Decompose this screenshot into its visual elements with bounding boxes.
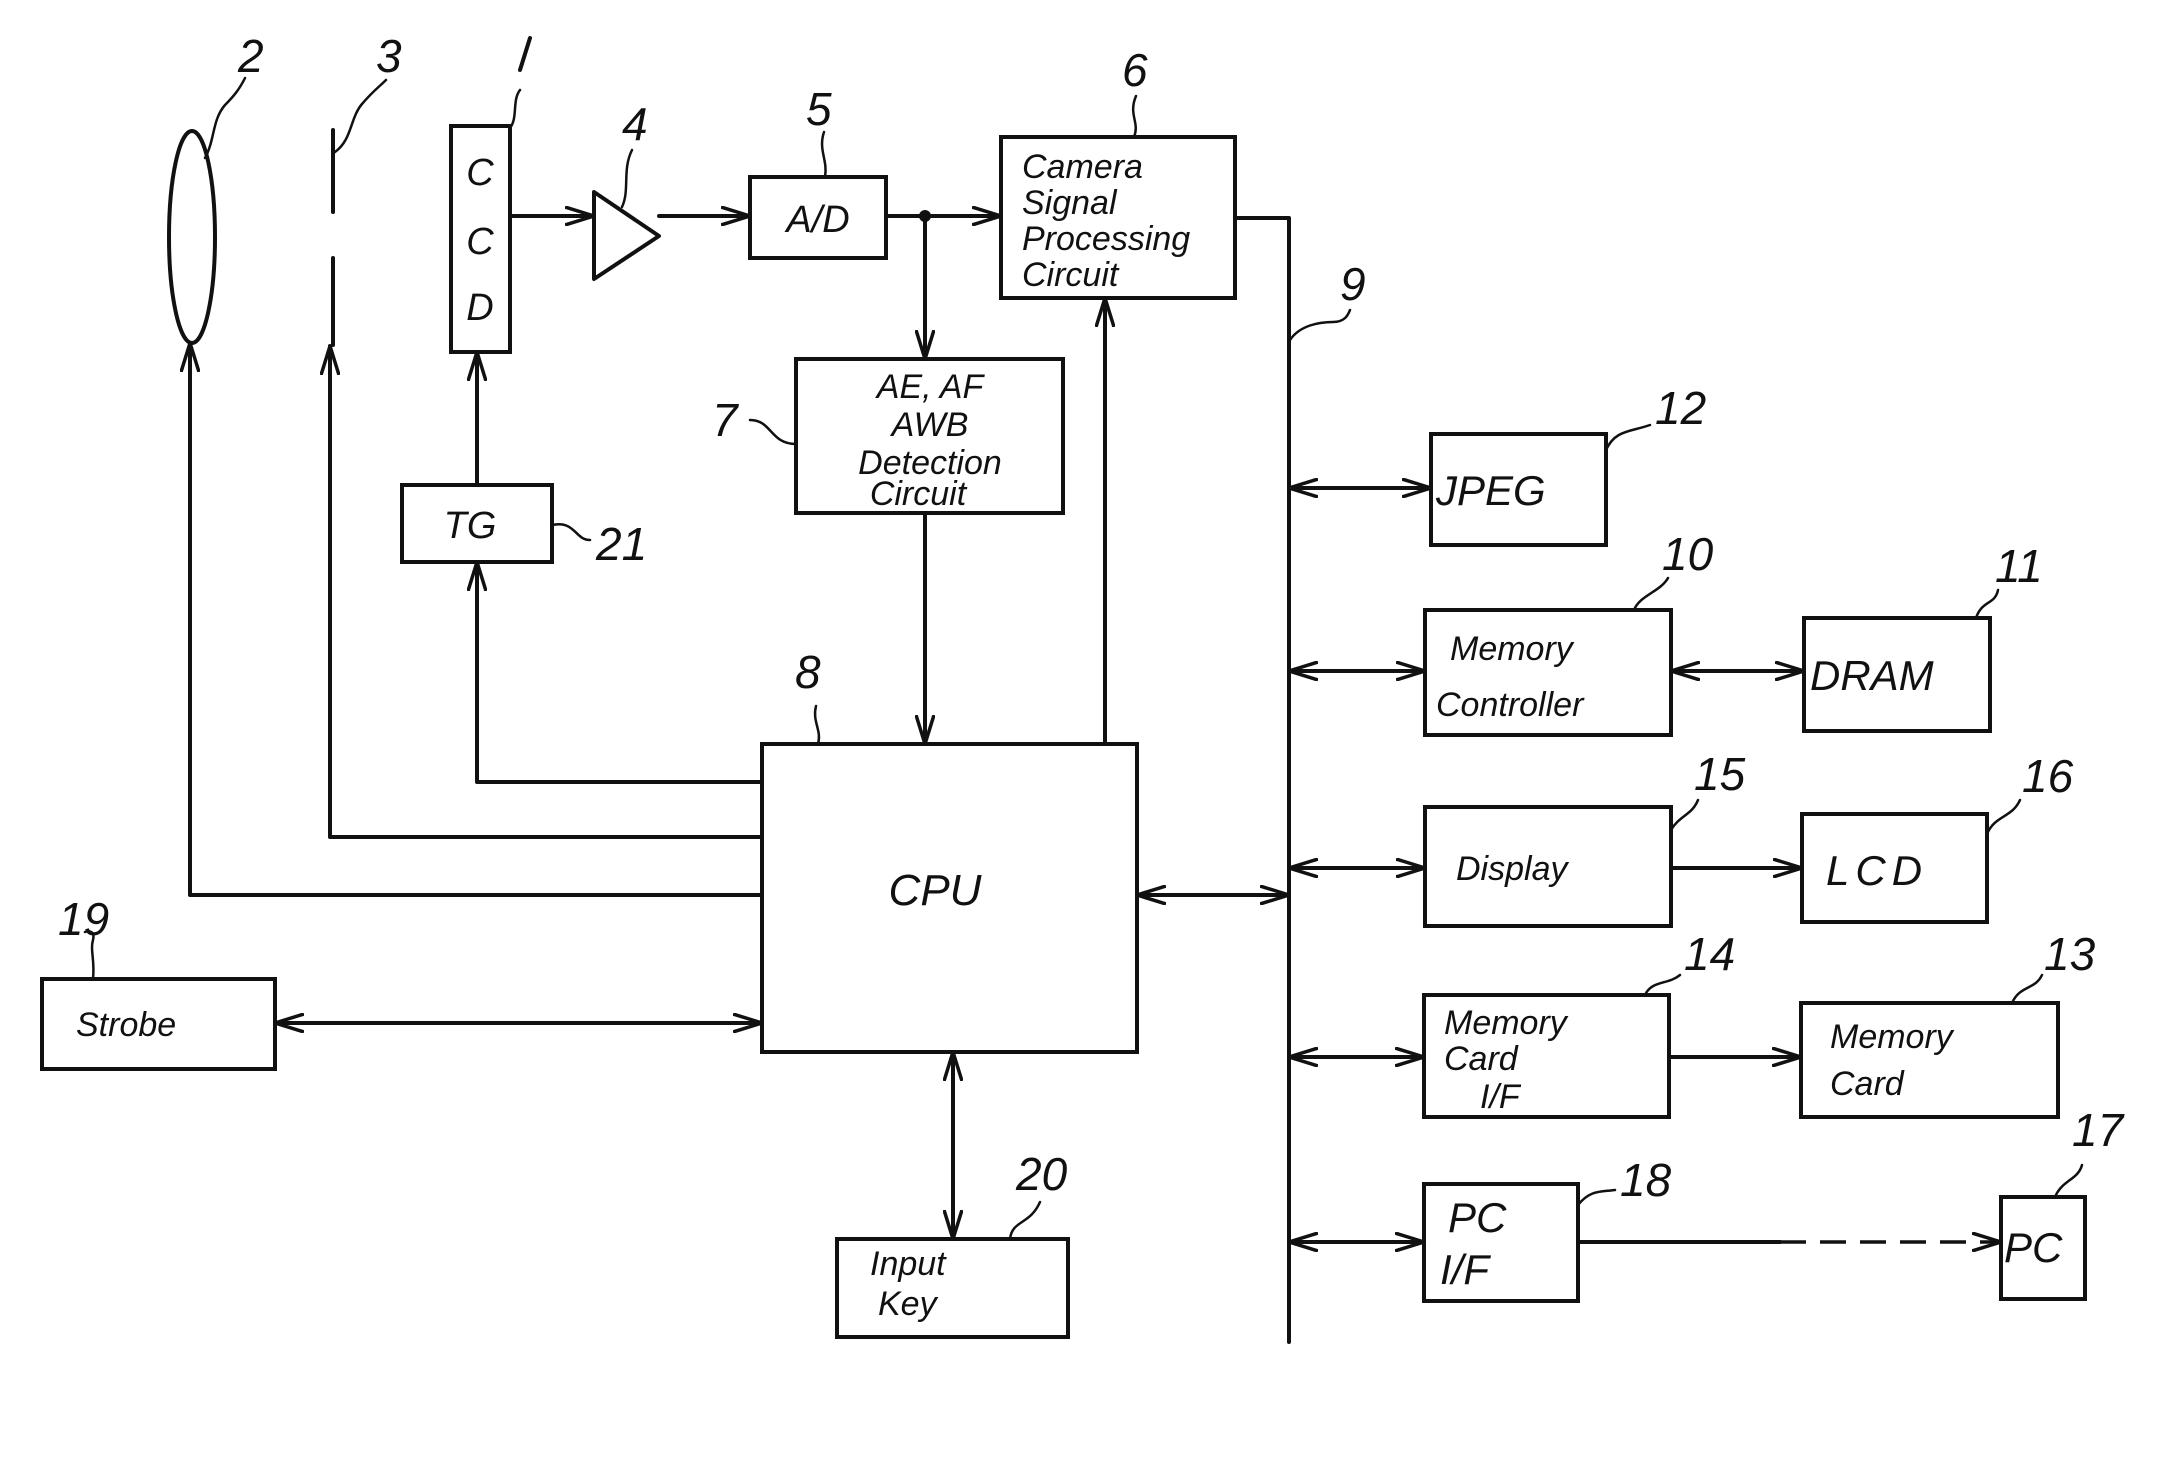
- pcif-label-line1: PC: [1448, 1194, 1507, 1241]
- memctrl-label-line2: Controller: [1436, 686, 1585, 724]
- mcif-label-line3: I/F: [1480, 1078, 1522, 1116]
- lcd-leader: [1985, 798, 2022, 836]
- timing-generator-block: TG 21: [400, 483, 647, 570]
- jpeg-block: JPEG 12: [1429, 382, 1706, 547]
- display-label: Display: [1456, 850, 1569, 888]
- aperture-leader: [333, 78, 388, 154]
- ccd-leader: [508, 88, 522, 130]
- detect-label-line2: AWB: [890, 406, 969, 444]
- pcif-ref: 18: [1620, 1154, 1672, 1206]
- pc-ref: 17: [2072, 1104, 2125, 1156]
- inputkey-ref: 20: [1015, 1148, 1068, 1200]
- lcd-block: LCD 16: [1800, 750, 2074, 924]
- dram-block: DRAM 11: [1802, 540, 2043, 733]
- jpeg-ref: 12: [1655, 382, 1706, 434]
- bus-ref: 9: [1340, 258, 1366, 310]
- mcif-label-line2: Card: [1444, 1040, 1519, 1078]
- ad-converter-block: A/D 5: [748, 83, 888, 260]
- system-bus: 9: [1233, 216, 1366, 1344]
- ad-leader: [820, 130, 827, 179]
- strobe-ref: 19: [58, 893, 109, 945]
- inputkey-label-line1: Input: [870, 1245, 947, 1283]
- dram-ref: 11: [1995, 540, 2043, 592]
- tg-ref: 21: [595, 518, 647, 570]
- detect-ref: 7: [712, 394, 739, 446]
- pcif-leader: [1576, 1188, 1617, 1207]
- bus-leader: [1288, 308, 1352, 342]
- mcif-leader: [1643, 973, 1682, 997]
- camera-label-line2: Signal: [1022, 184, 1118, 222]
- ccd-label-line2: C: [466, 221, 494, 263]
- pc-leader: [2053, 1163, 2084, 1199]
- pc-label: PC: [2004, 1224, 2063, 1271]
- memcard-label-line1: Memory: [1830, 1018, 1955, 1056]
- strobe-block: Strobe 19: [40, 893, 277, 1071]
- pcif-label-line2: I/F: [1440, 1246, 1491, 1293]
- detect-label-line4: Circuit: [870, 475, 968, 513]
- aperture-ref: 3: [376, 30, 402, 82]
- camera-label-line3: Processing: [1022, 220, 1190, 258]
- pc-interface-block: PC I/F 18: [1422, 1154, 1672, 1303]
- cpu-to-aperture-arrow: [330, 344, 764, 839]
- strobe-label: Strobe: [76, 1006, 176, 1044]
- memctrl-leader: [1632, 576, 1670, 612]
- memory-controller-block: Memory Controller 10: [1423, 528, 1714, 737]
- lens-leader: [203, 76, 247, 160]
- camera-leader: [1131, 94, 1138, 139]
- ad-label: A/D: [784, 199, 849, 241]
- tg-label: TG: [444, 505, 497, 547]
- mcif-label-line1: Memory: [1444, 1004, 1569, 1042]
- ad-ref: 5: [806, 83, 832, 135]
- connections: [190, 210, 2001, 1242]
- lcd-label: LCD: [1826, 847, 1928, 894]
- lens-shape: [167, 129, 217, 345]
- memctrl-label-line1: Memory: [1450, 630, 1575, 668]
- mcif-ref: 14: [1684, 928, 1735, 980]
- ccd-label-line3: D: [466, 287, 493, 329]
- camera-label-line4: Circuit: [1022, 256, 1120, 294]
- display-controller-block: Display 15: [1423, 748, 1746, 928]
- memcard-ref: 13: [2044, 928, 2096, 980]
- cpu-leader: [813, 704, 821, 746]
- cpu-label: CPU: [889, 866, 982, 915]
- camera-block-diagram: 2 3 C C D 4 A/D 5 Camera Signal Processi…: [40, 30, 2125, 1344]
- memory-card-block: Memory Card 13: [1799, 928, 2096, 1119]
- ccd-label-line1: C: [466, 152, 494, 194]
- memctrl-ref: 10: [1662, 528, 1714, 580]
- camera-signal-processing-block: Camera Signal Processing Circuit 6: [999, 44, 1237, 300]
- ccd-block: C C D: [449, 36, 532, 354]
- bus-line: [1233, 216, 1291, 1344]
- camera-label-line1: Camera: [1022, 148, 1143, 186]
- amplifier-ref: 4: [622, 98, 648, 150]
- amplifier: 4: [592, 98, 661, 281]
- inputkey-label-line2: Key: [878, 1285, 939, 1323]
- lcd-ref: 16: [2022, 750, 2074, 802]
- inputkey-leader: [1008, 1200, 1042, 1241]
- amplifier-triangle: [592, 190, 661, 281]
- detection-circuit-block: AE, AF AWB Detection Circuit 7: [712, 357, 1065, 515]
- display-leader: [1669, 798, 1700, 832]
- cpu-to-tg-arrow: [477, 560, 764, 784]
- ccd-ref-glyph: [518, 36, 532, 72]
- dram-leader: [1974, 588, 2000, 620]
- dram-label: DRAM: [1810, 652, 1934, 699]
- display-ref: 15: [1694, 748, 1746, 800]
- amplifier-leader: [620, 148, 634, 209]
- jpeg-label: JPEG: [1435, 467, 1546, 514]
- cpu-block: CPU 8: [760, 646, 1139, 1054]
- jpeg-leader: [1604, 423, 1652, 452]
- detect-label-line1: AE, AF: [875, 368, 986, 406]
- memcard-label-line2: Card: [1830, 1065, 1905, 1103]
- aperture: 3: [331, 30, 402, 347]
- lens-ref: 2: [237, 30, 264, 82]
- memcard-leader: [2010, 973, 2044, 1005]
- lens: 2: [167, 30, 264, 345]
- tg-leader: [550, 522, 592, 542]
- memory-card-interface-block: Memory Card I/F 14: [1422, 928, 1735, 1119]
- detect-leader: [748, 418, 798, 446]
- pc-block: PC 17: [1999, 1104, 2125, 1301]
- cpu-ref: 8: [795, 646, 821, 698]
- camera-ref: 6: [1122, 44, 1148, 96]
